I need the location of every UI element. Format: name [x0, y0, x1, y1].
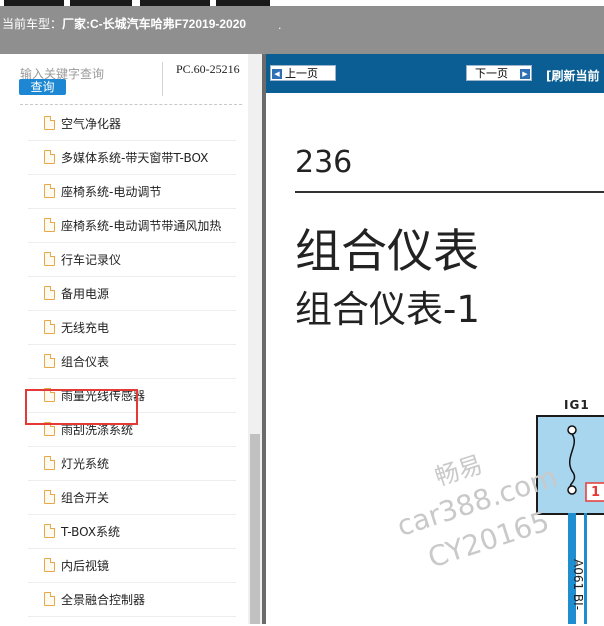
next-page-label: 下一页 — [475, 67, 508, 80]
prev-page-label: 上一页 — [285, 67, 318, 80]
document-icon — [44, 524, 55, 538]
list-item[interactable]: 内后视镜 — [28, 548, 236, 583]
document-icon — [44, 116, 55, 130]
search-button[interactable]: 查询 — [19, 79, 66, 95]
next-page-button[interactable]: 下一页 ▶ — [466, 65, 532, 81]
document-icon — [44, 218, 55, 232]
list-item-label: 组合开关 — [61, 491, 110, 505]
document-icon — [44, 490, 55, 504]
document-icon — [44, 150, 55, 164]
list-item-label: 组合仪表 — [61, 355, 110, 369]
document-icon — [44, 558, 55, 572]
sidebar: 输入关键字查询 查询 PC.60-25216 空气净化器 多媒体系统-带天窗带T-… — [0, 54, 264, 624]
list-item-label: 备用电源 — [61, 287, 110, 301]
refresh-link[interactable]: [刷新当前 — [546, 67, 600, 84]
current-model: 当前车型：厂家:C-长城汽车哈弗F72019-2020 — [2, 15, 246, 32]
header-dot: . — [278, 19, 282, 32]
fuse-number: 1 — [591, 485, 601, 500]
scrollbar-thumb[interactable] — [250, 434, 260, 624]
list-item[interactable]: 座椅系统-电动调节带通风加热 — [28, 208, 236, 243]
document-icon — [44, 184, 55, 198]
doc-toolbar: ◀ 上一页 下一页 ▶ [刷新当前 — [266, 54, 604, 93]
dashed-divider — [20, 104, 242, 105]
list-item-label: 灯光系统 — [61, 457, 110, 471]
list-item[interactable]: 多媒体系统-带天窗带T-BOX — [28, 140, 236, 175]
list-item[interactable]: 灯光系统 — [28, 446, 236, 481]
list-item[interactable]: 组合仪表 — [28, 344, 236, 379]
search-divider — [162, 62, 163, 96]
page-title: 组合仪表 — [295, 224, 479, 278]
list-item[interactable]: 组合开关 — [28, 480, 236, 515]
page-subtitle: 组合仪表-1 — [295, 288, 480, 331]
current-model-label: 当前车型： — [2, 17, 63, 31]
list-item[interactable]: 无线充电 — [28, 310, 236, 345]
list-item-label: 多媒体系统-带天窗带T-BOX — [61, 151, 209, 165]
arrow-right-icon: ▶ — [520, 69, 530, 79]
title-rule — [295, 191, 604, 193]
list-item[interactable]: 行车记录仪 — [28, 242, 236, 277]
list-item-label: 空气净化器 — [61, 117, 122, 131]
header-bar: 当前车型：厂家:C-长城汽车哈弗F72019-2020 . — [0, 6, 604, 54]
fuse-label: IG1 — [564, 398, 590, 412]
document-icon — [44, 354, 55, 368]
page-number: 236 — [295, 145, 353, 180]
list-item[interactable]: 空气净化器 — [28, 106, 236, 141]
list-item[interactable]: 全景融合控制器 — [28, 582, 236, 617]
wire-label: A061 BI- — [571, 559, 585, 611]
document-icon — [44, 252, 55, 266]
document-view: 236 组合仪表 组合仪表-1 IG1 1 A061 BI- 畅易 car388… — [266, 93, 604, 624]
list-item-label: 座椅系统-电动调节 — [61, 185, 162, 199]
pc-code: PC.60-25216 — [176, 62, 240, 76]
sidebar-list: 空气净化器多媒体系统-带天窗带T-BOX 座椅系统-电动调节座椅系统-电动调节带通… — [0, 106, 248, 626]
document-icon — [44, 592, 55, 606]
list-item[interactable]: T-BOX系统 — [28, 514, 236, 549]
list-item-label: 全景融合控制器 — [61, 593, 146, 607]
prev-page-button[interactable]: ◀ 上一页 — [270, 65, 336, 81]
document-icon — [44, 286, 55, 300]
document-icon — [44, 320, 55, 334]
list-item-label: T-BOX系统 — [61, 525, 121, 539]
document-icon — [44, 456, 55, 470]
list-item-label: 座椅系统-电动调节带通风加热 — [61, 219, 222, 233]
arrow-left-icon: ◀ — [272, 69, 282, 79]
list-item[interactable]: 全景融合控制器 — [28, 616, 236, 626]
list-item[interactable]: 座椅系统-电动调节 — [28, 174, 236, 209]
list-item-label: 无线充电 — [61, 321, 110, 335]
list-item-label: 行车记录仪 — [61, 253, 122, 267]
list-item[interactable]: 备用电源 — [28, 276, 236, 311]
selected-item-highlight — [25, 389, 138, 425]
list-item-label: 内后视镜 — [61, 559, 110, 573]
current-model-value: 厂家:C-长城汽车哈弗F72019-2020 — [62, 17, 247, 31]
sidebar-scrollbar[interactable] — [248, 54, 262, 624]
